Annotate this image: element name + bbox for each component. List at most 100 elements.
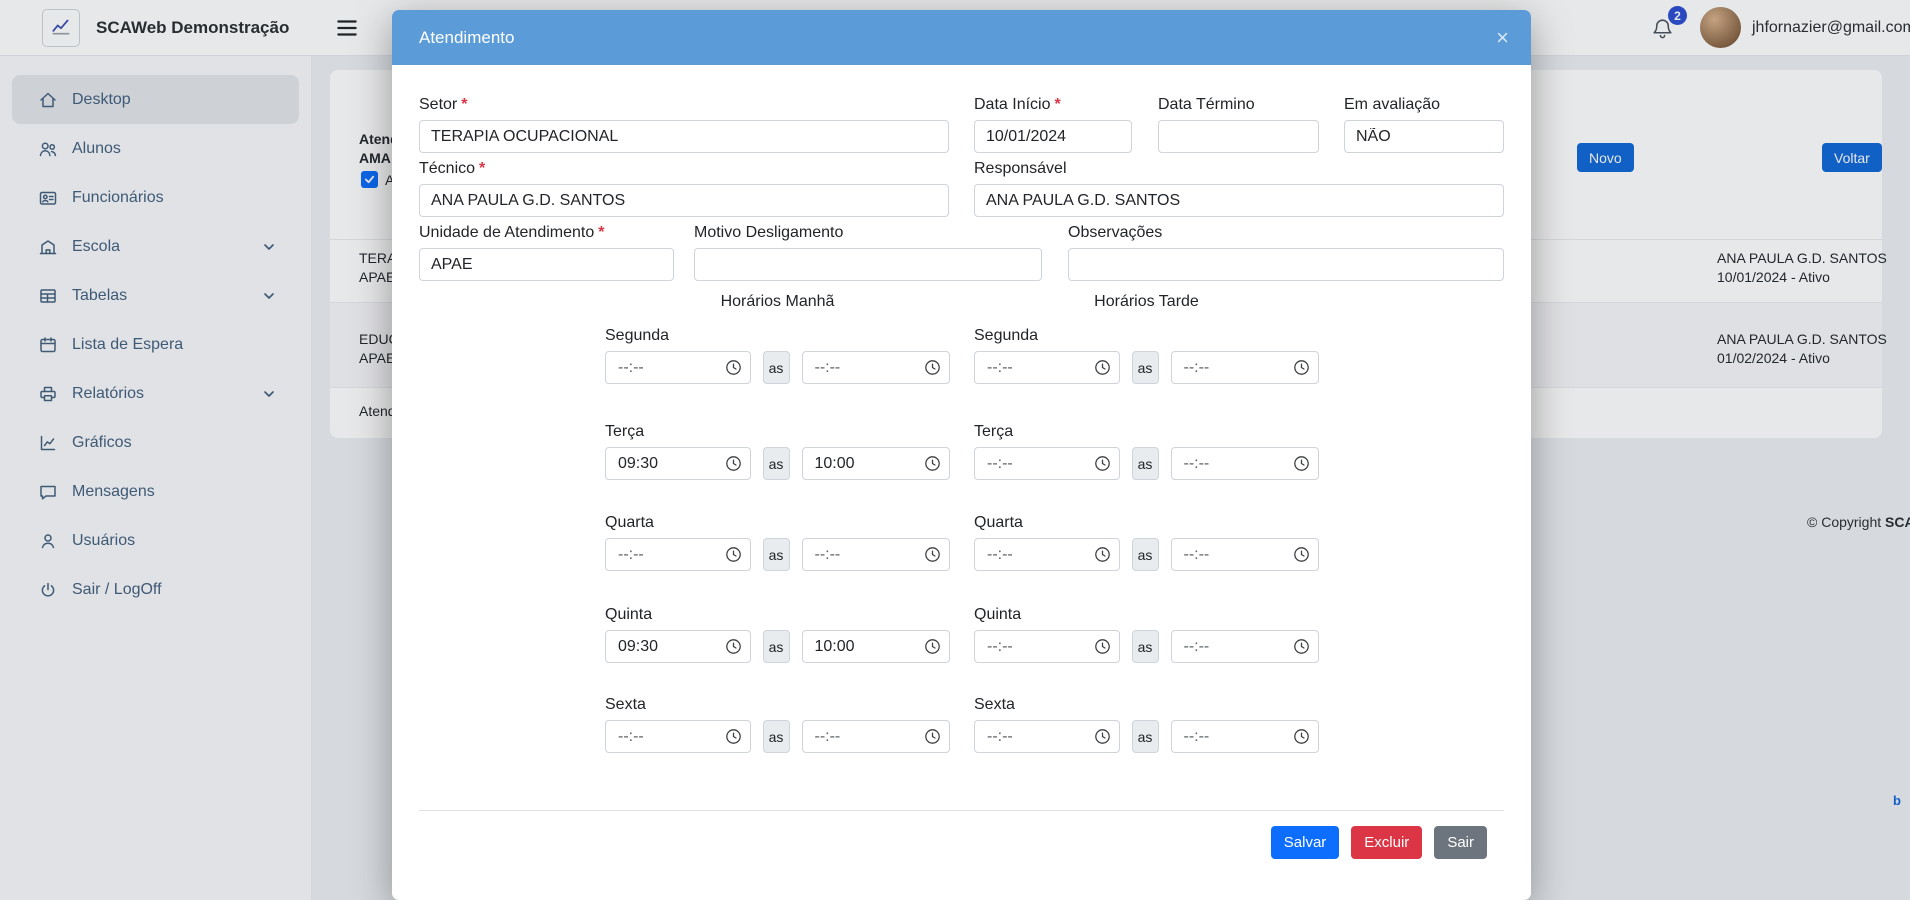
field-data-inicio: Data Início * (974, 96, 1132, 153)
time-input-end[interactable]: --:-- (1170, 538, 1319, 571)
day-label: Terça (974, 423, 1014, 440)
data-termino-input[interactable] (1158, 120, 1319, 153)
day-label: Segunda (605, 327, 670, 344)
field-label: Setor * (419, 96, 468, 113)
day-label: Quinta (974, 606, 1022, 623)
time-separator: as (1131, 351, 1159, 384)
schedule-terca-afternoon: Terça --:-- as --:-- (974, 423, 1319, 480)
time-input-end[interactable]: --:-- (1170, 447, 1319, 480)
field-label: Em avaliação (1344, 96, 1441, 113)
close-icon[interactable]: × (1496, 10, 1509, 65)
time-input-end[interactable]: 10:00 (801, 447, 950, 480)
modal-title: Atendimento (419, 28, 515, 47)
clock-icon (1094, 728, 1111, 745)
time-input-start[interactable]: 09:30 (605, 630, 751, 663)
unidade-atendimento-input[interactable] (419, 248, 674, 281)
required-marker: * (598, 224, 605, 241)
setor-input[interactable] (419, 120, 949, 153)
time-input-end[interactable]: --:-- (1170, 720, 1319, 753)
day-label: Quarta (974, 514, 1023, 531)
schedule-quinta-morning: Quinta 09:30 as 10:00 (605, 606, 950, 663)
time-input-end[interactable]: --:-- (801, 538, 950, 571)
clock-icon (725, 638, 742, 655)
schedule-quarta-morning: Quarta --:-- as --:-- (605, 514, 950, 571)
clock-icon (1094, 455, 1111, 472)
time-input-start[interactable]: --:-- (974, 538, 1120, 571)
time-input-start[interactable]: --:-- (974, 630, 1120, 663)
field-tecnico: Técnico * (419, 160, 949, 217)
clock-icon (1293, 359, 1310, 376)
modal-footer-buttons: Salvar Excluir Sair (1270, 826, 1487, 859)
required-marker: * (461, 96, 468, 113)
excluir-button[interactable]: Excluir (1351, 826, 1423, 859)
time-separator: as (762, 630, 790, 663)
morning-schedule-title: Horários Manhã (720, 293, 835, 310)
clock-icon (1293, 455, 1310, 472)
schedule-sexta-afternoon: Sexta --:-- as --:-- (974, 696, 1319, 753)
em-avaliacao-input[interactable] (1344, 120, 1504, 153)
clock-icon (924, 728, 941, 745)
time-input-start[interactable]: --:-- (605, 538, 751, 571)
data-inicio-input[interactable] (974, 120, 1132, 153)
clock-icon (725, 359, 742, 376)
tecnico-input[interactable] (419, 184, 949, 217)
required-marker: * (479, 160, 486, 177)
clock-icon (924, 455, 941, 472)
clock-icon (1293, 638, 1310, 655)
modal-header: Atendimento × (392, 10, 1531, 65)
clock-icon (1094, 546, 1111, 563)
responsavel-input[interactable] (974, 184, 1504, 217)
clock-icon (725, 455, 742, 472)
field-em-avaliacao: Em avaliação (1344, 96, 1504, 153)
field-data-termino: Data Término (1158, 96, 1319, 153)
clock-icon (924, 359, 941, 376)
field-label: Data Início * (974, 96, 1061, 113)
time-input-end[interactable]: --:-- (1170, 630, 1319, 663)
time-input-end[interactable]: --:-- (1170, 351, 1319, 384)
time-input-start[interactable]: --:-- (605, 720, 751, 753)
observacoes-input[interactable] (1068, 248, 1504, 281)
field-label: Motivo Desligamento (694, 224, 844, 241)
clock-icon (1293, 546, 1310, 563)
time-input-start[interactable]: --:-- (605, 351, 751, 384)
atendimento-modal: Atendimento × Setor* Data Início* Data T… (392, 10, 1531, 900)
schedule-terca-morning: Terça 09:30 as 10:00 (605, 423, 950, 480)
field-label: Responsável (974, 160, 1067, 177)
time-input-start[interactable]: --:-- (974, 351, 1120, 384)
day-label: Quinta (605, 606, 653, 623)
sair-button[interactable]: Sair (1434, 826, 1487, 859)
clock-icon (1094, 359, 1111, 376)
required-marker: * (1054, 96, 1061, 113)
clock-icon (1293, 728, 1310, 745)
schedule-segunda-afternoon: Segunda --:-- as --:-- (974, 327, 1319, 384)
modal-footer-divider (419, 810, 1504, 811)
salvar-button[interactable]: Salvar (1270, 826, 1340, 859)
time-input-end[interactable]: --:-- (801, 720, 950, 753)
time-separator: as (1131, 538, 1159, 571)
field-label: Data Término (1158, 96, 1255, 113)
clock-icon (725, 728, 742, 745)
time-input-end[interactable]: --:-- (801, 351, 950, 384)
time-input-end[interactable]: 10:00 (801, 630, 950, 663)
clock-icon (924, 638, 941, 655)
time-separator: as (762, 447, 790, 480)
time-input-start[interactable]: --:-- (974, 447, 1120, 480)
day-label: Terça (605, 423, 645, 440)
clock-icon (924, 546, 941, 563)
schedule-segunda-morning: Segunda --:-- as --:-- (605, 327, 950, 384)
field-motivo-desligamento: Motivo Desligamento (694, 224, 1042, 281)
day-label: Sexta (974, 696, 1015, 713)
day-label: Sexta (605, 696, 646, 713)
clock-icon (1094, 638, 1111, 655)
field-setor: Setor * (419, 96, 949, 153)
time-input-start[interactable]: 09:30 (605, 447, 751, 480)
time-input-start[interactable]: --:-- (974, 720, 1120, 753)
afternoon-schedule-title: Horários Tarde (1094, 293, 1199, 310)
time-separator: as (1131, 447, 1159, 480)
time-separator: as (762, 351, 790, 384)
field-observacoes: Observações (1068, 224, 1504, 281)
schedule-sexta-morning: Sexta --:-- as --:-- (605, 696, 950, 753)
field-label: Observações (1068, 224, 1163, 241)
clock-icon (725, 546, 742, 563)
motivo-desligamento-input[interactable] (694, 248, 1042, 281)
